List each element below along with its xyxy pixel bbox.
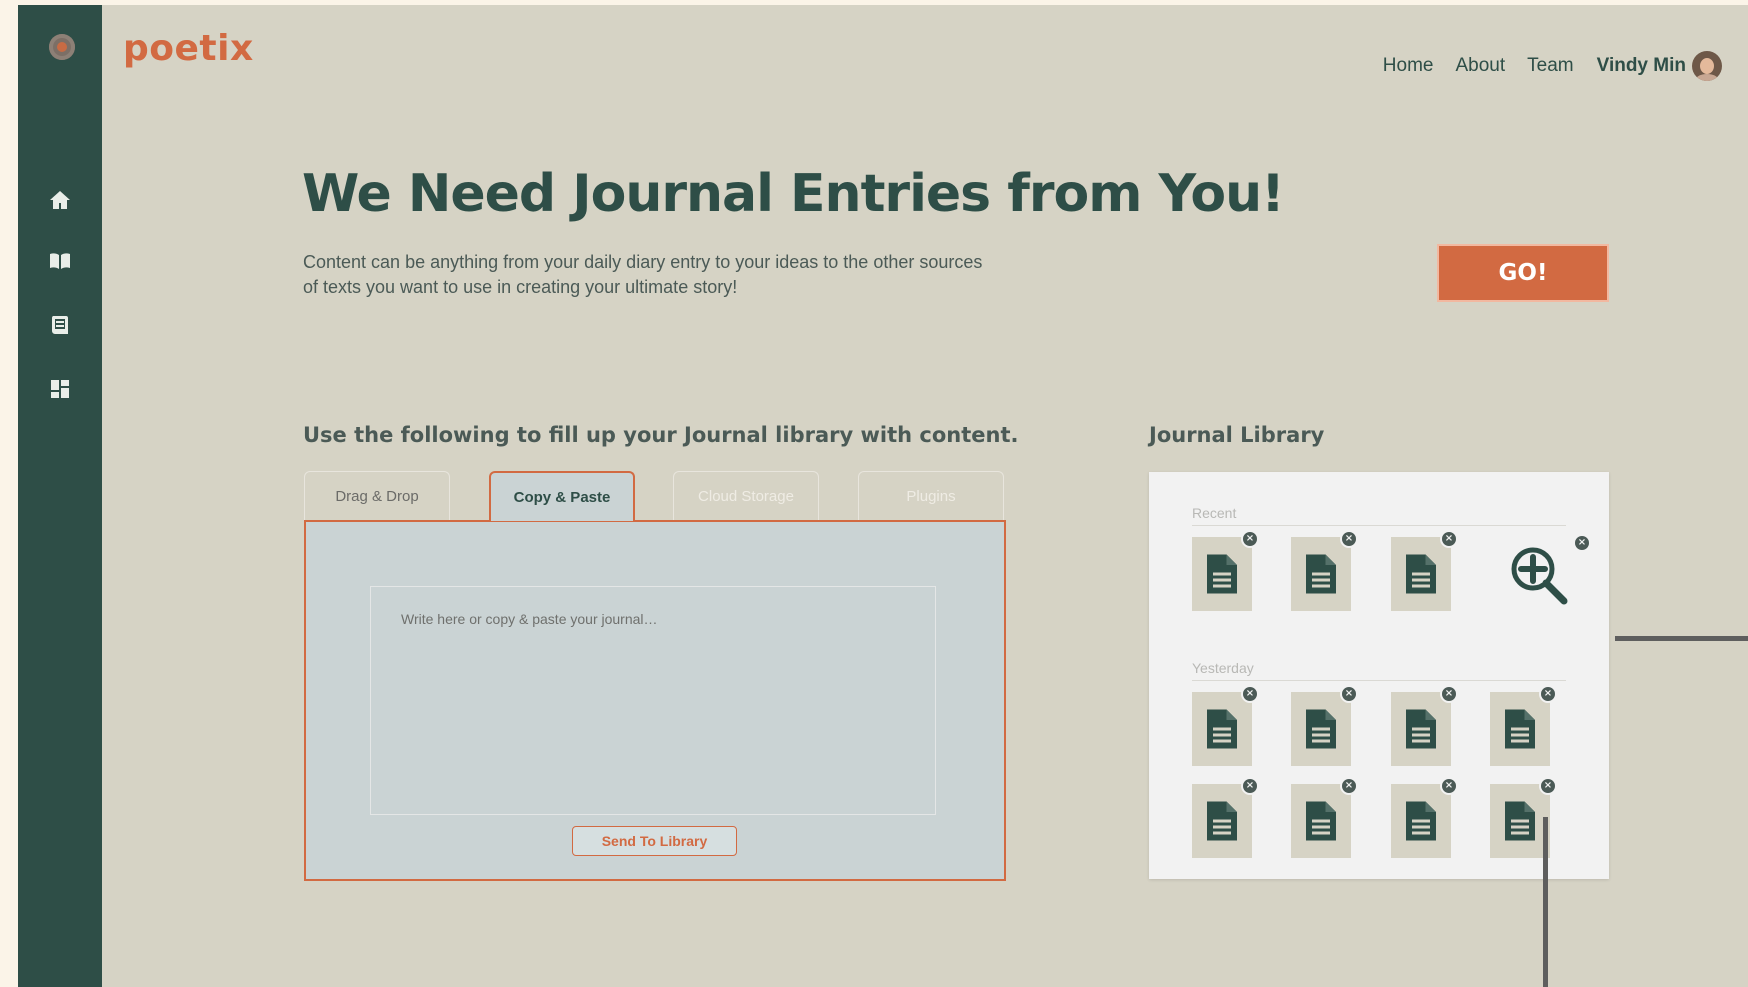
yesterday-doc-6[interactable]: × [1291, 777, 1358, 858]
sidebar-logo-icon [49, 34, 75, 60]
document-icon [1306, 801, 1336, 841]
remove-doc-icon[interactable]: × [1539, 685, 1557, 703]
remove-doc-icon[interactable]: × [1539, 777, 1557, 795]
document-icon [1306, 554, 1336, 594]
document-icon [1406, 801, 1436, 841]
go-button[interactable]: GO! [1437, 244, 1609, 302]
annotation-line-vertical [1543, 817, 1548, 987]
send-to-library-button[interactable]: Send To Library [572, 826, 737, 856]
remove-doc-icon[interactable]: × [1241, 777, 1259, 795]
tab-drag-and-drop[interactable]: Drag & Drop [304, 471, 450, 521]
remove-zoom-icon[interactable]: × [1573, 534, 1591, 552]
journal-textarea[interactable] [370, 586, 936, 815]
home-icon [50, 191, 70, 209]
yesterday-doc-5[interactable]: × [1192, 777, 1259, 858]
remove-doc-icon[interactable]: × [1241, 685, 1259, 703]
sidebar-dashboard-button[interactable] [41, 370, 79, 408]
document-icon [1505, 801, 1535, 841]
notebook-icon [51, 316, 68, 334]
yesterday-doc-4[interactable]: × [1490, 685, 1557, 766]
remove-doc-icon[interactable]: × [1440, 685, 1458, 703]
recent-divider [1192, 525, 1566, 526]
zoom-in-icon[interactable] [1506, 542, 1570, 606]
page-title: We Need Journal Entries from You! [302, 164, 1285, 224]
remove-doc-icon[interactable]: × [1340, 685, 1358, 703]
recent-doc-3[interactable]: × [1391, 530, 1458, 611]
app-frame: poetix Home About Team Vindy Min We Need… [18, 5, 1748, 987]
page-subtitle: Content can be anything from your daily … [303, 252, 983, 297]
tab-cloud-storage[interactable]: Cloud Storage [673, 471, 819, 521]
document-icon [1505, 709, 1535, 749]
library-title: Journal Library [1149, 423, 1325, 447]
remove-doc-icon[interactable]: × [1340, 530, 1358, 548]
yesterday-doc-7[interactable]: × [1391, 777, 1458, 858]
tab-plugins[interactable]: Plugins [858, 471, 1004, 521]
dashboard-icon [51, 380, 69, 398]
top-navigation: Home About Team Vindy Min [1361, 51, 1722, 81]
sidebar-notebook-button[interactable] [41, 306, 79, 344]
yesterday-label: Yesterday [1192, 660, 1254, 676]
recent-doc-2[interactable]: × [1291, 530, 1358, 611]
document-icon [1207, 709, 1237, 749]
yesterday-doc-1[interactable]: × [1192, 685, 1259, 766]
yesterday-doc-3[interactable]: × [1391, 685, 1458, 766]
document-icon [1207, 554, 1237, 594]
document-icon [1406, 554, 1436, 594]
remove-doc-icon[interactable]: × [1440, 777, 1458, 795]
remove-doc-icon[interactable]: × [1440, 530, 1458, 548]
document-icon [1406, 709, 1436, 749]
remove-doc-icon[interactable]: × [1241, 530, 1259, 548]
sidebar-book-button[interactable] [41, 242, 79, 280]
yesterday-doc-8[interactable]: × [1490, 777, 1557, 858]
brand-logo: poetix [123, 28, 254, 69]
sidebar-home-button[interactable] [41, 181, 79, 219]
nav-home-link[interactable]: Home [1383, 55, 1434, 77]
remove-doc-icon[interactable]: × [1340, 777, 1358, 795]
nav-team-link[interactable]: Team [1527, 55, 1573, 77]
input-section-title: Use the following to fill up your Journa… [303, 423, 1019, 447]
user-avatar[interactable] [1692, 51, 1722, 81]
yesterday-divider [1192, 680, 1566, 681]
document-icon [1306, 709, 1336, 749]
sidebar [18, 5, 102, 987]
document-icon [1207, 801, 1237, 841]
user-name[interactable]: Vindy Min [1597, 55, 1686, 77]
tab-copy-and-paste[interactable]: Copy & Paste [489, 471, 635, 521]
book-open-icon [50, 253, 70, 269]
annotation-line-horizontal [1615, 636, 1748, 641]
recent-label: Recent [1192, 505, 1237, 521]
nav-about-link[interactable]: About [1455, 55, 1505, 77]
recent-doc-1[interactable]: × [1192, 530, 1259, 611]
yesterday-doc-2[interactable]: × [1291, 685, 1358, 766]
